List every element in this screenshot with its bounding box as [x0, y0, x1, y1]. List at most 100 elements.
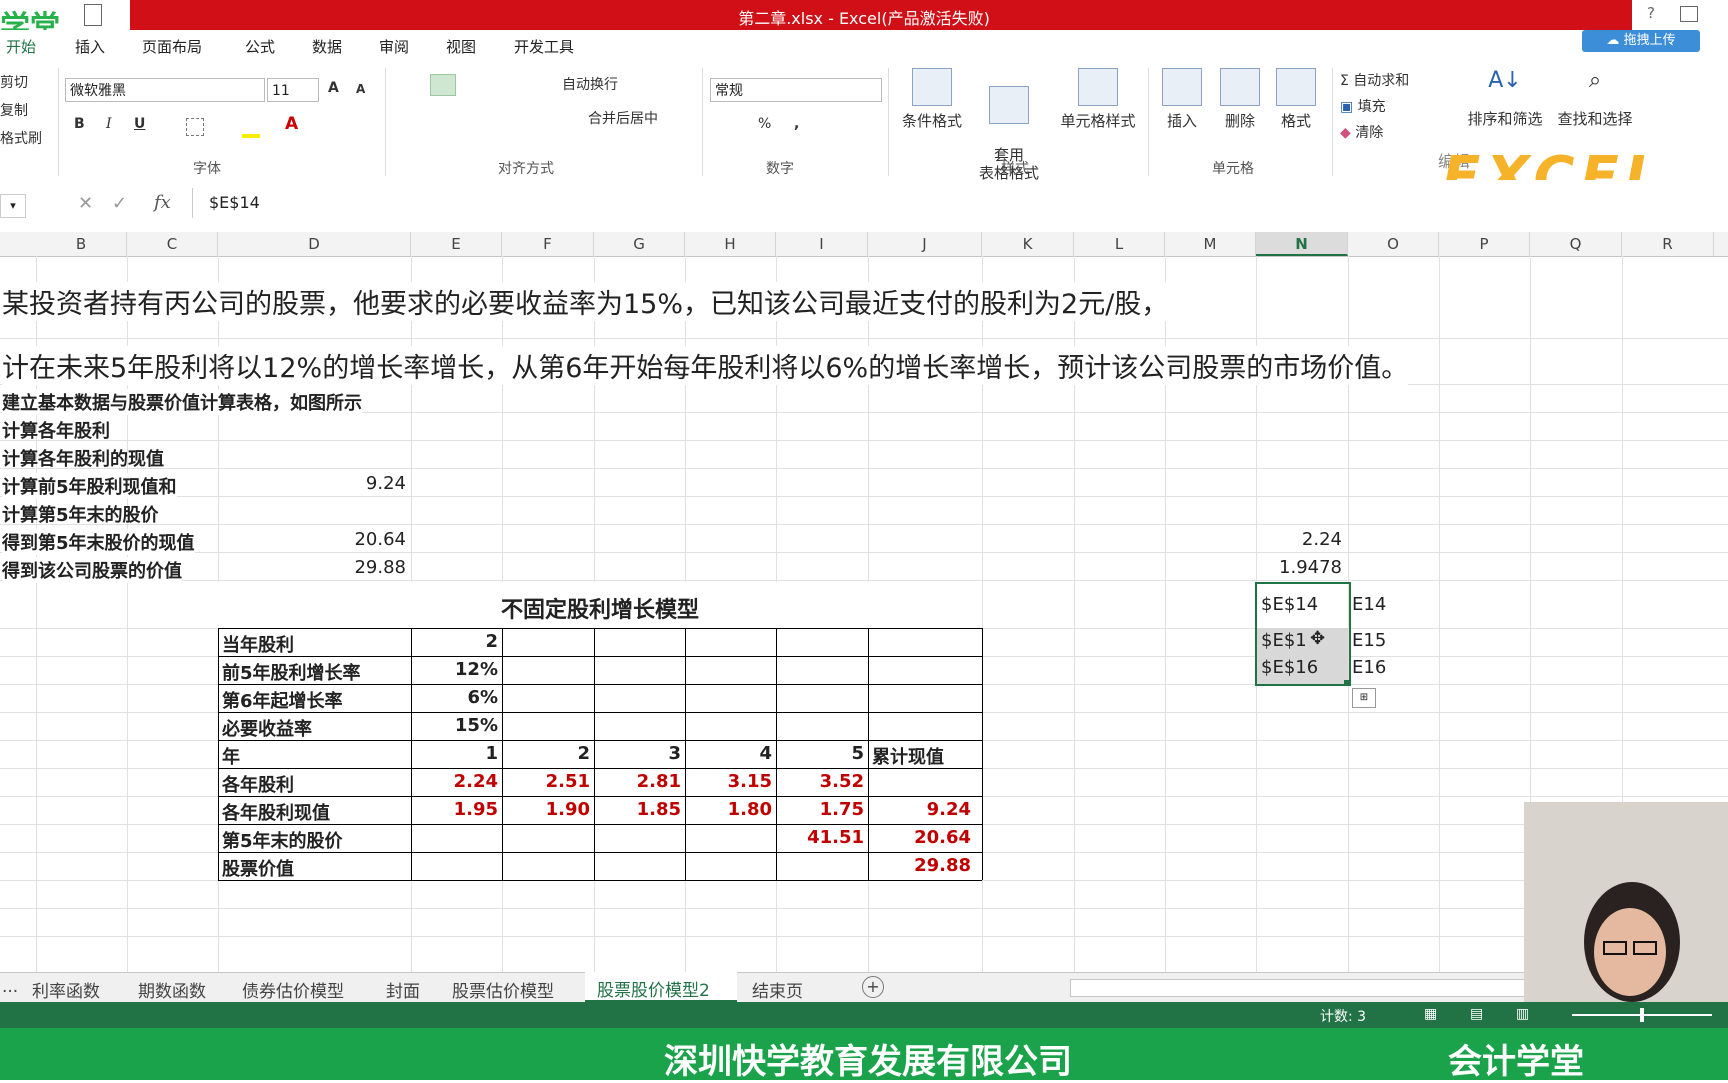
tab-view[interactable]: 视图 [446, 36, 476, 57]
align-middle-icon[interactable] [430, 74, 456, 96]
eraser-icon: ◆ [1340, 125, 1356, 141]
restore-icon[interactable] [1680, 6, 1698, 22]
comma-button[interactable]: , [794, 116, 799, 132]
wrap-text-button[interactable]: 自动换行 [562, 74, 618, 94]
sheet-tab[interactable]: 利率函数 [32, 977, 100, 1002]
zoom-slider-thumb[interactable] [1640, 1008, 1644, 1022]
cell-n-ref[interactable]: $E$16 [1261, 657, 1318, 678]
add-sheet-icon[interactable]: + [862, 976, 884, 998]
insert-cells-button[interactable]: 插入 [1158, 68, 1206, 131]
fill-button[interactable]: ▣ 填充 [1340, 96, 1386, 116]
col-header-q[interactable]: Q [1530, 232, 1622, 256]
fill-color-icon[interactable] [242, 134, 260, 138]
tab-page-layout[interactable]: 页面布局 [142, 36, 202, 57]
conditional-format-button[interactable]: 条件格式 [892, 68, 972, 131]
cancel-icon[interactable]: ✕ [78, 193, 93, 214]
table-param-value: 15% [454, 715, 498, 736]
col-header-g[interactable]: G [594, 232, 685, 256]
col-header-p[interactable]: P [1439, 232, 1530, 256]
bold-button[interactable]: B [74, 116, 85, 132]
font-size-select[interactable]: 11 [267, 78, 319, 102]
delete-cells-icon [1220, 68, 1260, 106]
horizontal-scrollbar[interactable] [1070, 979, 1532, 997]
border-icon[interactable] [186, 118, 204, 136]
col-header-e[interactable]: E [411, 232, 502, 256]
formula-bar: ▾ ✕ ✓ fx $E$14 [0, 180, 1728, 233]
quick-analysis-icon[interactable]: ⊞ [1352, 688, 1376, 708]
underline-button[interactable]: U [134, 116, 145, 132]
normal-view-icon[interactable]: ▦ [1424, 1006, 1437, 1022]
find-select-button[interactable]: ⌕ 查找和选择 [1550, 68, 1640, 129]
percent-button[interactable]: % [758, 116, 771, 132]
font-name-select[interactable]: 微软雅黑 [65, 78, 265, 102]
insert-cells-label: 插入 [1166, 112, 1197, 130]
copy-button[interactable]: 复制 [0, 100, 28, 120]
sheet-tab-active[interactable]: 股票股价模型2 [585, 972, 737, 1002]
tab-home[interactable]: 开始 [6, 36, 36, 57]
delete-cells-button[interactable]: 删除 [1216, 68, 1264, 131]
page-layout-icon[interactable]: ▤ [1470, 1006, 1483, 1022]
function-icon[interactable]: fx [154, 192, 171, 213]
sheet-tab[interactable]: 封面 [386, 977, 420, 1002]
fill-handle[interactable] [1344, 680, 1350, 686]
pv-cell: 1.75 [819, 799, 864, 820]
italic-button[interactable]: I [106, 116, 112, 132]
format-cells-button[interactable]: 格式 [1272, 68, 1320, 131]
pv-cell: 1.80 [727, 799, 772, 820]
gridline [0, 580, 1728, 581]
col-header-d[interactable]: D [218, 232, 411, 256]
clear-button[interactable]: ◆ 清除 [1340, 122, 1383, 142]
col-header-o[interactable]: O [1348, 232, 1439, 256]
col-header-k[interactable]: K [982, 232, 1074, 256]
col-header-l[interactable]: L [1074, 232, 1165, 256]
year-cell: 5 [851, 743, 864, 764]
dividend-cell: 3.15 [727, 771, 772, 792]
enter-icon[interactable]: ✓ [112, 193, 127, 214]
col-header-n[interactable]: N [1256, 232, 1348, 256]
number-format-select[interactable]: 常规 [710, 78, 882, 102]
autosum-button[interactable]: Σ 自动求和 [1340, 70, 1409, 90]
col-header-c[interactable]: C [127, 232, 218, 256]
grow-font-icon[interactable]: A [328, 80, 339, 96]
name-box-dropdown[interactable]: ▾ [0, 194, 26, 218]
shrink-font-icon[interactable]: A [356, 82, 365, 96]
tab-data[interactable]: 数据 [312, 36, 342, 57]
sheet-tab[interactable]: 债券估价模型 [242, 977, 344, 1002]
webcam-overlay [1524, 802, 1728, 1002]
sheet-tab[interactable]: 期数函数 [138, 977, 206, 1002]
cell-styles-button[interactable]: 单元格样式 [1052, 68, 1144, 131]
tab-review[interactable]: 审阅 [379, 36, 409, 57]
sheet-tab[interactable]: 结束页 [752, 977, 803, 1002]
status-bar: 计数: 3 ▦ ▤ ▥ [0, 1002, 1728, 1028]
help-icon[interactable]: ? [1647, 4, 1655, 22]
cell-o-ref: E14 [1352, 594, 1387, 615]
col-header-i[interactable]: I [776, 232, 868, 256]
cut-button[interactable]: 剪切 [0, 72, 28, 92]
cell-n-ref[interactable]: $E$14 [1261, 594, 1319, 615]
sheet-tab[interactable]: 股票估价模型 [452, 977, 554, 1002]
sort-filter-button[interactable]: A↓ 排序和筛选 [1460, 68, 1550, 129]
gridline [0, 936, 1728, 937]
col-header-m[interactable]: M [1165, 232, 1256, 256]
tab-developer[interactable]: 开发工具 [514, 36, 574, 57]
merge-center-button[interactable]: 合并后居中 [588, 108, 658, 128]
col-header-f[interactable]: F [502, 232, 594, 256]
upload-button[interactable]: ☁ 拖拽上传 [1582, 30, 1700, 52]
tab-formulas[interactable]: 公式 [245, 36, 275, 57]
col-header-j[interactable]: J [868, 232, 982, 256]
col-header-h[interactable]: H [685, 232, 776, 256]
cell-n-ref[interactable]: $E$1 [1261, 630, 1307, 651]
worksheet-grid[interactable]: 某投资者持有丙公司的股票，他要求的必要收益率为15%，已知该公司最近支付的股利为… [0, 256, 1728, 972]
sort-filter-label: 排序和筛选 [1467, 110, 1543, 128]
page-break-icon[interactable]: ▥ [1516, 1006, 1529, 1022]
column-headers: B C D E F G H I J K L M N O P Q R [0, 232, 1728, 257]
sheet-tab-more[interactable]: ... [2, 977, 18, 997]
dividend-cell: 3.52 [819, 771, 864, 792]
col-header-r[interactable]: R [1622, 232, 1714, 256]
formula-input[interactable]: $E$14 [192, 188, 1728, 218]
font-color-icon[interactable]: A [285, 114, 298, 134]
new-file-icon[interactable] [84, 4, 102, 26]
format-painter-button[interactable]: 格式刷 [0, 128, 42, 148]
tab-insert[interactable]: 插入 [75, 36, 105, 57]
col-header-b[interactable]: B [36, 232, 127, 256]
